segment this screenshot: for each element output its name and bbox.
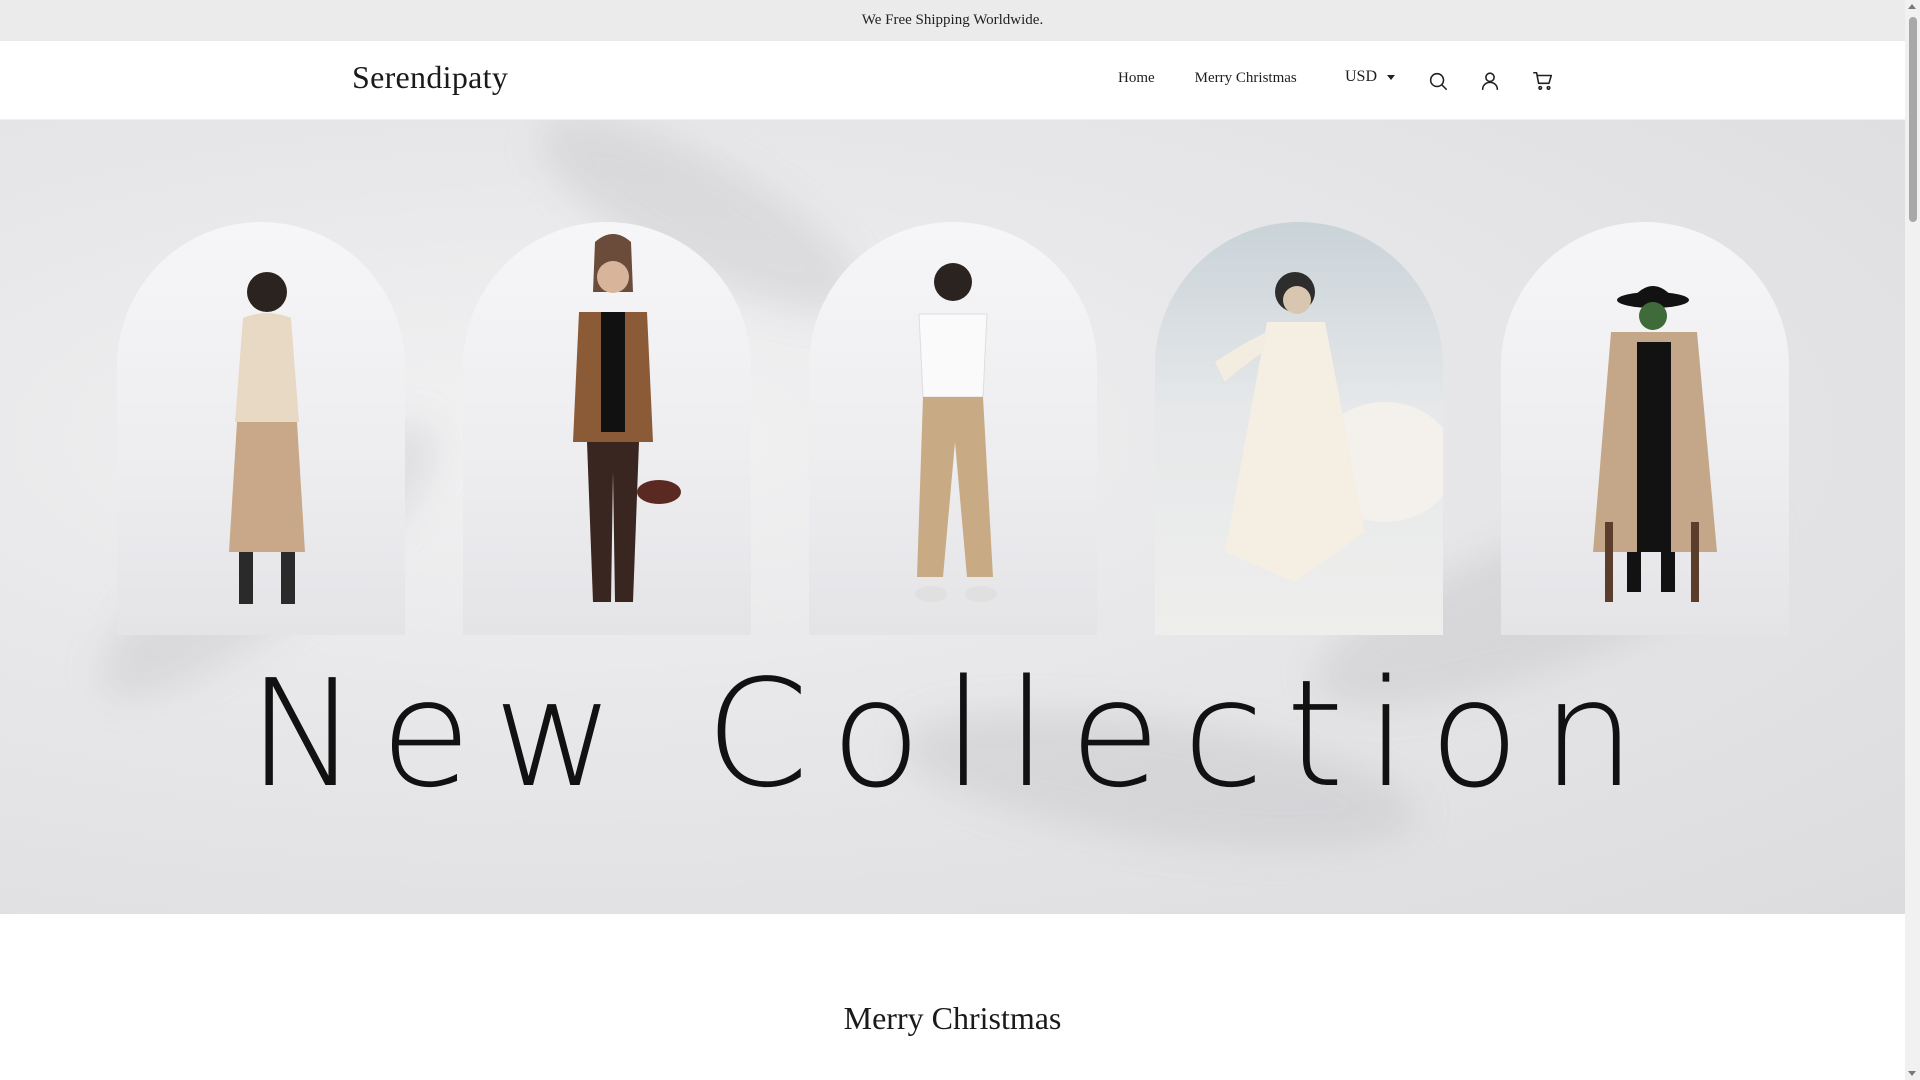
model-photo-5[interactable] [1501, 222, 1789, 635]
scroll-down-icon[interactable] [1908, 1071, 1916, 1076]
model-figure [1593, 286, 1717, 602]
model-photo-3[interactable] [809, 222, 1097, 635]
nav-merry-christmas[interactable]: Merry Christmas [1195, 70, 1297, 87]
site-logo[interactable]: Serendipaty [352, 59, 508, 96]
model-photo-2[interactable] [463, 222, 751, 635]
hero-banner[interactable]: New Collection [0, 120, 1905, 914]
model-figure [1215, 272, 1443, 582]
page: We Free Shipping Worldwide. Serendipaty … [0, 0, 1905, 1080]
cart-icon [1533, 71, 1553, 90]
section-title-merry-christmas: Merry Christmas [843, 1000, 1062, 1036]
scroll-up-icon[interactable] [1908, 4, 1916, 9]
nav-home[interactable]: Home [1118, 70, 1155, 87]
model-photo-4[interactable] [1155, 222, 1443, 635]
search-button[interactable] [1425, 68, 1451, 94]
chevron-down-icon [1387, 74, 1396, 80]
search-icon [1429, 72, 1448, 91]
hero-title: New Collection [247, 648, 1658, 820]
announcement-bar: We Free Shipping Worldwide. [0, 0, 1905, 41]
currency-selector[interactable]: USD [1345, 68, 1396, 86]
main-nav: Home Merry Christmas [1118, 70, 1337, 87]
model-figure [229, 272, 305, 604]
site-header: Serendipaty Home Merry Christmas USD [0, 41, 1905, 120]
account-button[interactable] [1477, 68, 1503, 94]
announcement-text: We Free Shipping Worldwide. [861, 12, 1044, 28]
scrollbar-thumb[interactable] [1909, 17, 1917, 222]
model-figure [915, 263, 997, 602]
account-icon [1481, 72, 1499, 91]
model-figure [573, 234, 681, 602]
model-photo-1[interactable] [117, 222, 405, 635]
cart-button[interactable] [1530, 68, 1556, 94]
currency-value: USD [1345, 68, 1378, 85]
vertical-scrollbar[interactable] [1905, 0, 1920, 1080]
